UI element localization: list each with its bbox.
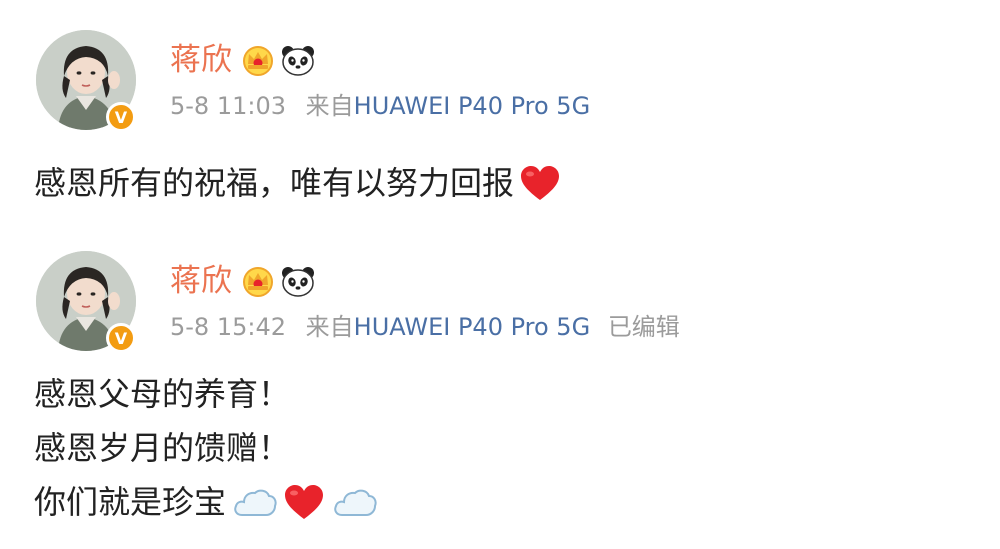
username-link[interactable]: 蒋欣 xyxy=(170,40,232,80)
content-line: 感恩岁月的馈赠！ xyxy=(34,421,378,475)
content-line: 你们就是珍宝 xyxy=(34,475,378,529)
verified-badge-icon: V xyxy=(106,102,136,132)
content-text: 感恩所有的祝福，唯有以努力回报 xyxy=(34,164,515,202)
device-source-link[interactable]: HUAWEI P40 Pro 5G xyxy=(354,313,591,341)
post-content: 感恩所有的祝福，唯有以努力回报 xyxy=(34,156,562,210)
panda-icon[interactable] xyxy=(280,264,316,298)
verified-badge-icon: V xyxy=(106,323,136,353)
device-source-link[interactable]: HUAWEI P40 Pro 5G xyxy=(354,92,591,120)
edited-label[interactable]: 已编辑 xyxy=(608,313,680,341)
content-line: 感恩所有的祝福，唯有以努力回报 xyxy=(34,156,562,210)
cloud-icon xyxy=(334,489,377,516)
post-meta: 5-8 11:03 来自HUAWEI P40 Pro 5G xyxy=(170,90,590,122)
weibo-post-1: V 蒋欣 5-8 11:03 来自HUAWEI P40 Pro 5G 感恩所有的… xyxy=(0,0,1000,225)
content-line: 感恩父母的养育！ xyxy=(34,367,378,421)
content-text: 感恩岁月的馈赠！ xyxy=(34,429,291,467)
crown-member-icon[interactable] xyxy=(240,265,276,297)
post-timestamp[interactable]: 5-8 15:42 xyxy=(170,313,286,341)
heart-icon xyxy=(285,485,324,519)
content-text: 你们就是珍宝 xyxy=(34,483,227,521)
content-text: 感恩父母的养育！ xyxy=(34,375,291,413)
heart-icon xyxy=(521,166,560,200)
author-row: 蒋欣 xyxy=(170,40,316,80)
weibo-post-2: V 蒋欣 5-8 15:42 来自HUAWEI P40 Pro 5G 已编辑 感… xyxy=(0,225,1000,549)
cloud-icon xyxy=(234,489,277,516)
post-content: 感恩父母的养育！ 感恩岁月的馈赠！ 你们就是珍宝 xyxy=(34,367,378,529)
post-timestamp[interactable]: 5-8 11:03 xyxy=(170,92,286,120)
panda-icon[interactable] xyxy=(280,43,316,77)
author-row: 蒋欣 xyxy=(170,261,316,301)
post-meta: 5-8 15:42 来自HUAWEI P40 Pro 5G 已编辑 xyxy=(170,311,680,343)
username-link[interactable]: 蒋欣 xyxy=(170,261,232,301)
crown-member-icon[interactable] xyxy=(240,44,276,76)
source-prefix: 来自 xyxy=(305,92,354,120)
source-prefix: 来自 xyxy=(305,313,354,341)
